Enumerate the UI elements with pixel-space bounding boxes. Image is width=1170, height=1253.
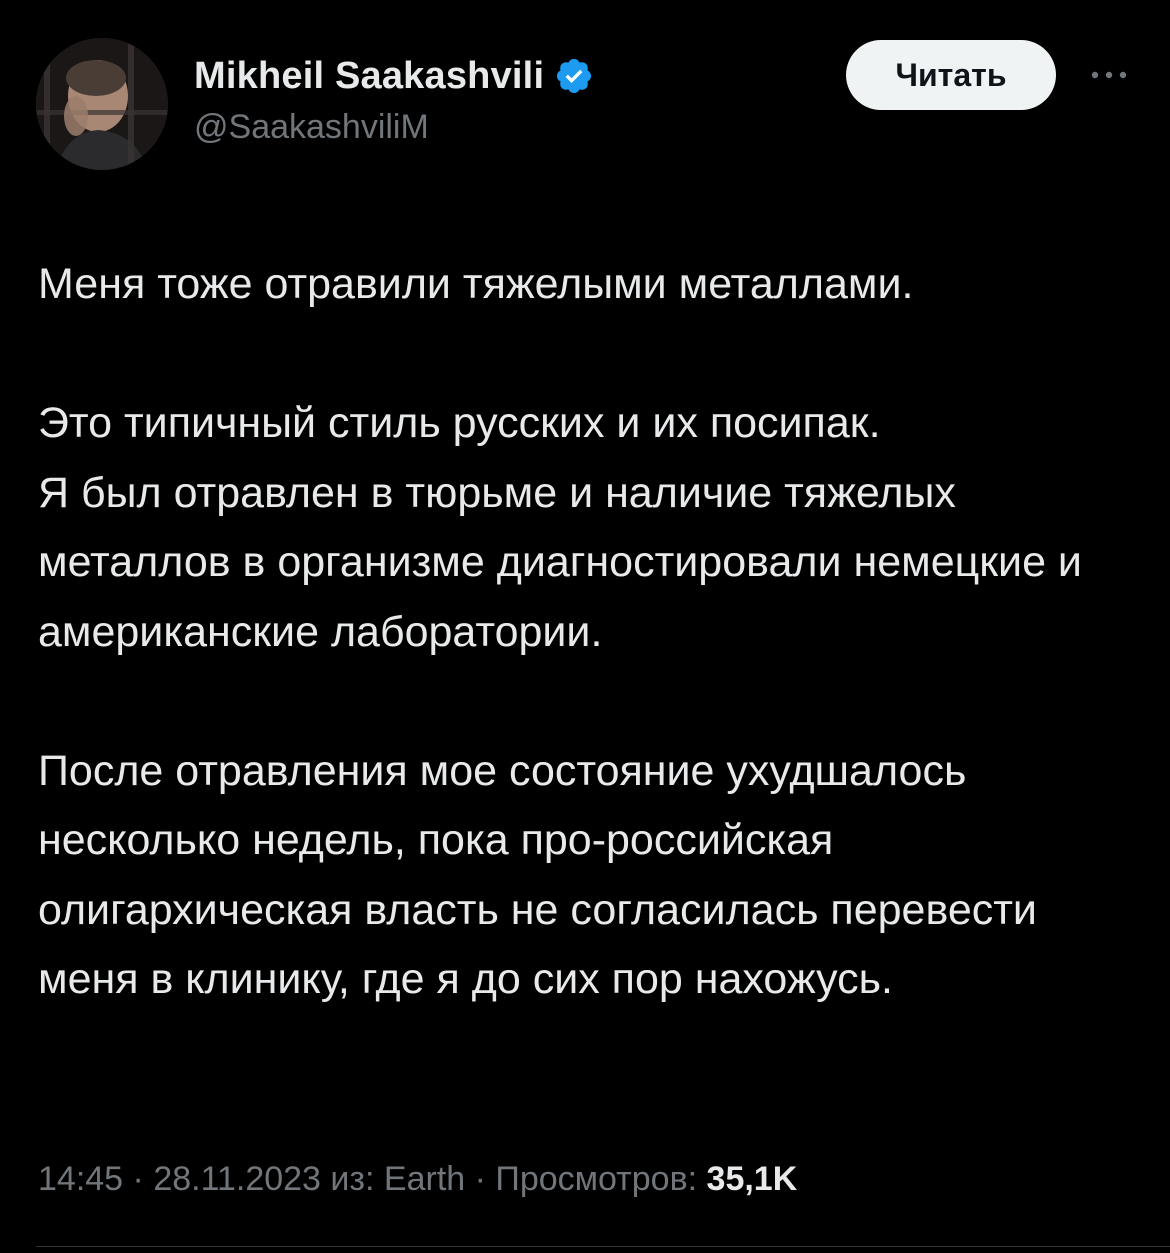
tweet-header: Mikheil Saakashvili @SaakashviliM Читать: [36, 38, 1136, 174]
tweet-time[interactable]: 14:45: [38, 1160, 123, 1198]
author-names: Mikheil Saakashvili @SaakashviliM: [194, 52, 594, 147]
avatar-photo: [36, 38, 168, 170]
divider: [36, 1246, 1170, 1247]
ellipsis-icon[interactable]: [1086, 60, 1132, 90]
tweet-paragraph-2: Это типичный стиль русских и их посипак.…: [38, 399, 1082, 656]
tweet: Mikheil Saakashvili @SaakashviliM Читать…: [0, 0, 1170, 1253]
views-count[interactable]: 35,1K: [707, 1160, 798, 1198]
display-name[interactable]: Mikheil Saakashvili: [194, 55, 544, 98]
tweet-meta: 14:45 · 28.11.2023 из: Earth · Просмотро…: [38, 1160, 797, 1199]
tweet-source: Earth: [383, 1160, 466, 1198]
display-name-row: Mikheil Saakashvili: [194, 52, 594, 100]
views-label: Просмотров:: [495, 1160, 707, 1198]
author-handle[interactable]: @SaakashviliM: [194, 108, 594, 147]
meta-separator: [321, 1160, 330, 1198]
tweet-date[interactable]: 28.11.2023: [153, 1160, 321, 1198]
source-prefix: из:: [330, 1160, 384, 1198]
tweet-text: Меня тоже отравили тяжелыми металлами. Э…: [38, 250, 1148, 1015]
meta-separator: ·: [465, 1160, 496, 1198]
verified-badge-icon: [554, 56, 594, 96]
read-button[interactable]: Читать: [846, 40, 1056, 110]
meta-separator: ·: [123, 1160, 154, 1198]
avatar[interactable]: [36, 38, 168, 170]
tweet-paragraph-3: После отравления мое состояние ухудшалос…: [38, 746, 1049, 1004]
tweet-paragraph-1: Меня тоже отравили тяжелыми металлами.: [38, 260, 914, 308]
